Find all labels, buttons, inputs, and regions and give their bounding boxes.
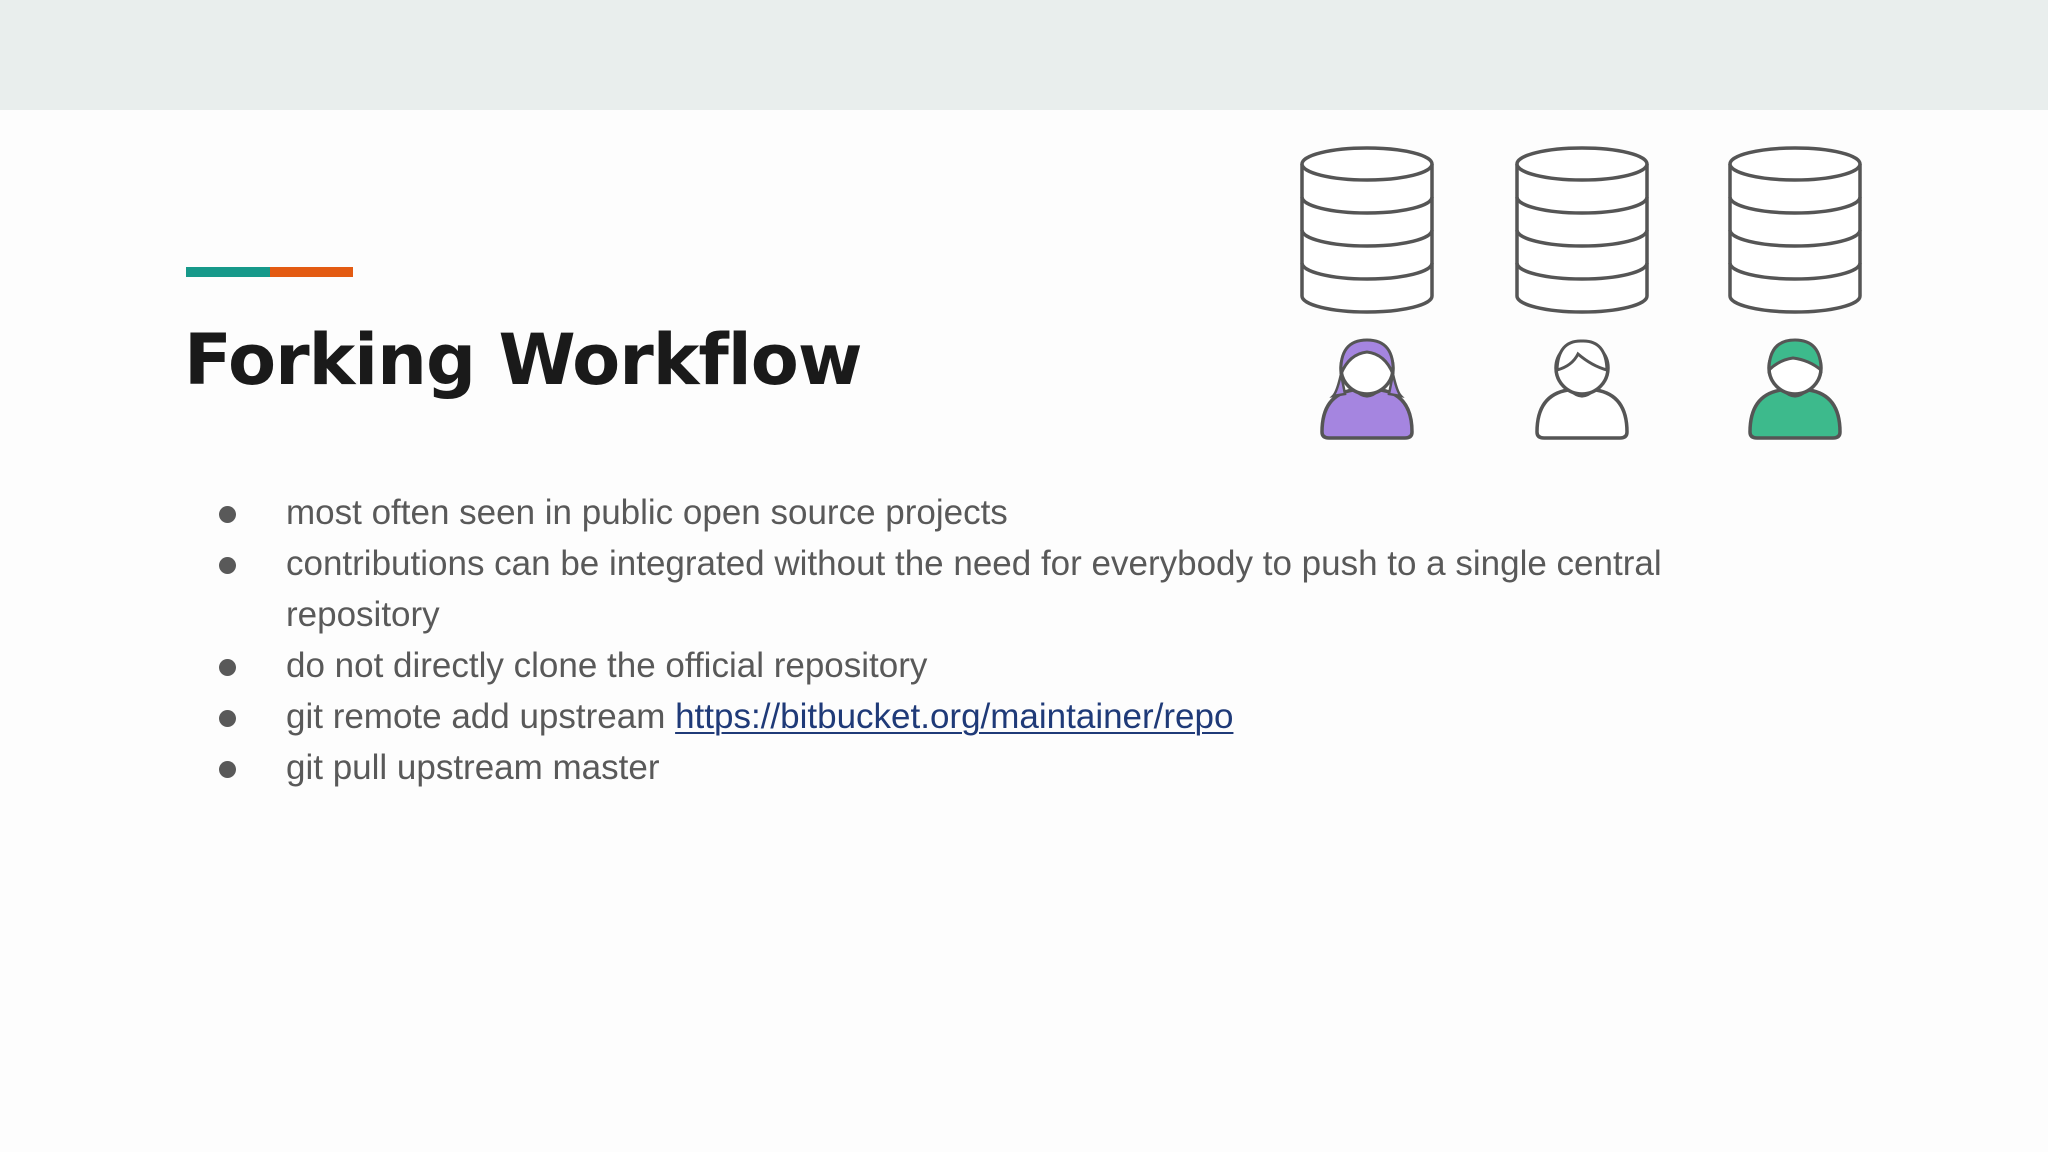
top-band xyxy=(0,0,2048,110)
bullet-item: do not directly clone the official repos… xyxy=(210,640,1770,691)
bullet-dot-icon xyxy=(219,557,236,574)
bullet-item: git pull upstream master xyxy=(210,742,1770,793)
forking-diagram-svg xyxy=(1300,146,1862,440)
bullet-text: most often seen in public open source pr… xyxy=(286,493,1008,532)
bullet-dot-icon xyxy=(219,710,236,727)
bullet-text: contributions can be integrated without … xyxy=(286,544,1662,634)
bullet-text: do not directly clone the official repos… xyxy=(286,646,928,685)
accent-orange-segment xyxy=(270,267,353,277)
bullet-dot-icon xyxy=(219,506,236,523)
repository-database-icon-3 xyxy=(1728,146,1862,314)
bullet-text: git pull upstream master xyxy=(286,748,660,787)
bullet-item: contributions can be integrated without … xyxy=(210,538,1770,640)
slide-title: Forking Workflow xyxy=(184,319,863,401)
developer-person-icon-2 xyxy=(1535,339,1629,440)
bullet-dot-icon xyxy=(219,659,236,676)
repository-database-icon-1 xyxy=(1300,146,1434,314)
bullet-item: git remote add upstream https://bitbucke… xyxy=(210,691,1770,742)
accent-teal-segment xyxy=(186,267,270,277)
forking-diagram xyxy=(1290,140,1870,500)
developer-person-icon-3 xyxy=(1748,338,1842,440)
upstream-repo-link[interactable]: https://bitbucket.org/maintainer/repo xyxy=(675,697,1233,736)
title-accent-bar xyxy=(186,267,353,277)
bullet-dot-icon xyxy=(219,761,236,778)
bullet-list: most often seen in public open source pr… xyxy=(210,487,1770,793)
bullet-text: git remote add upstream xyxy=(286,697,676,736)
developer-person-icon-1 xyxy=(1320,338,1414,440)
repository-database-icon-2 xyxy=(1515,146,1649,314)
